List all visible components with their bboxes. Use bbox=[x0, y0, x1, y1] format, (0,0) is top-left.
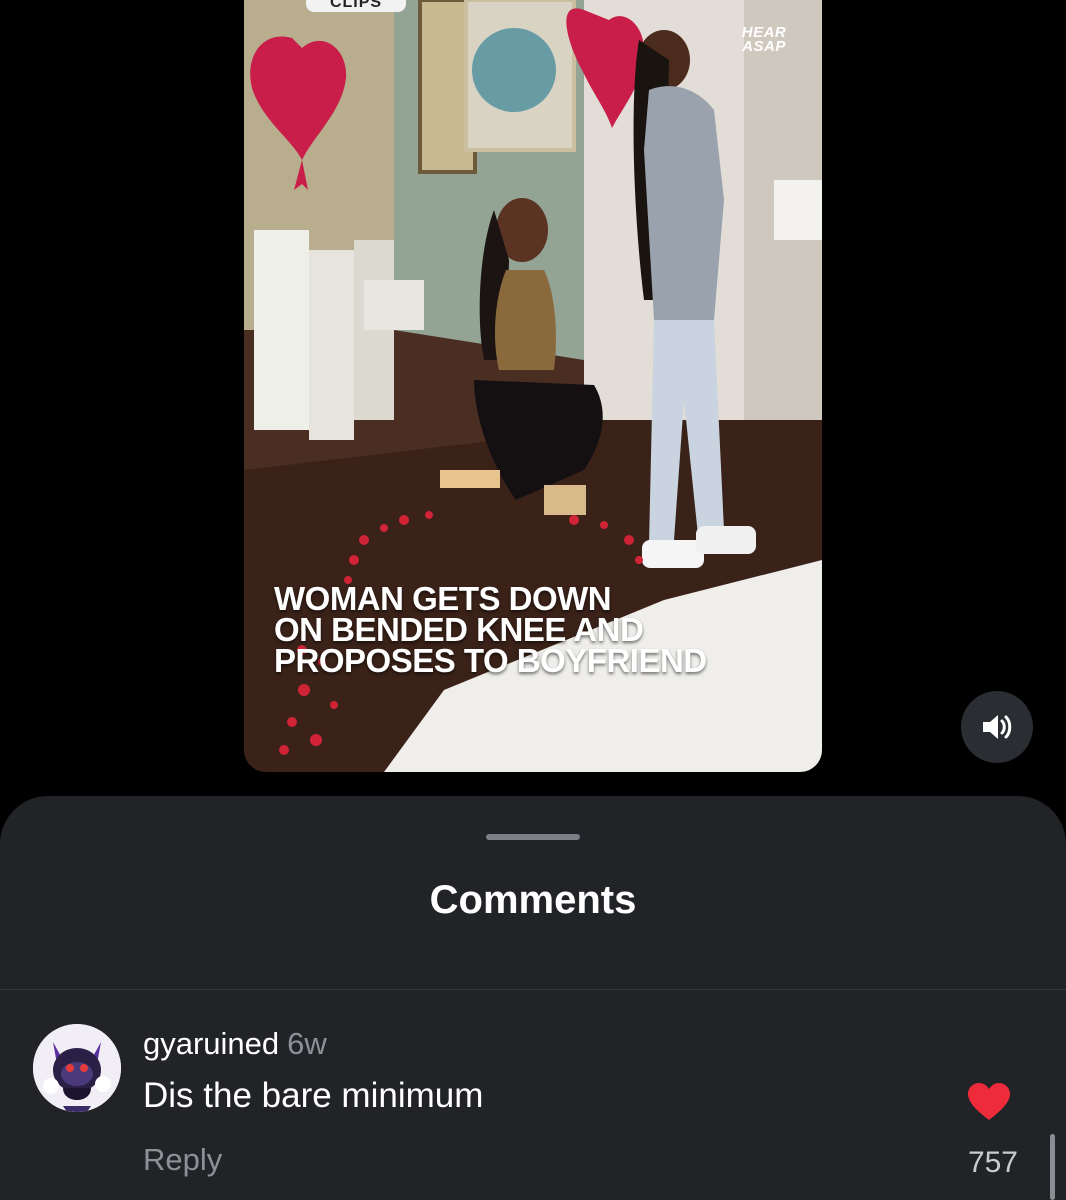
speaker-volume-icon bbox=[983, 715, 1012, 739]
caption-line-1: WOMAN GETS DOWN bbox=[274, 580, 612, 617]
like-count: 757 bbox=[967, 1146, 1018, 1179]
avatar[interactable] bbox=[33, 1024, 121, 1112]
reply-button[interactable]: Reply bbox=[143, 1142, 222, 1178]
like-button[interactable] bbox=[966, 1082, 1012, 1122]
scrollbar[interactable] bbox=[1050, 1134, 1055, 1200]
video-player[interactable]: CLIPS HEAR ASAP WOMAN GETS DOWN ON BENDE… bbox=[244, 0, 822, 772]
heart-icon bbox=[968, 1083, 1010, 1120]
caption-line-2: ON BENDED KNEE AND bbox=[274, 611, 644, 648]
caption-line-3: PROPOSES TO BOYFRIEND bbox=[274, 642, 707, 679]
comments-sheet: Comments gyaruined 6w Dis the bare minimu… bbox=[0, 796, 1066, 1200]
comment-header: gyaruined 6w bbox=[143, 1026, 327, 1062]
brand-line-2: ASAP bbox=[742, 38, 786, 55]
avatar-character-icon bbox=[33, 1024, 121, 1112]
divider bbox=[0, 989, 1066, 990]
sheet-drag-handle[interactable] bbox=[486, 834, 580, 840]
comments-title: Comments bbox=[429, 878, 637, 922]
clips-tab: CLIPS bbox=[306, 0, 406, 12]
brand-logo: HEAR ASAP bbox=[734, 25, 794, 55]
comment-username[interactable]: gyaruined bbox=[143, 1026, 279, 1061]
volume-button[interactable] bbox=[961, 691, 1033, 763]
video-caption: WOMAN GETS DOWN ON BENDED KNEE AND PROPO… bbox=[274, 580, 814, 679]
comment-text: Dis the bare minimum bbox=[143, 1076, 484, 1115]
comment-timestamp: 6w bbox=[287, 1026, 327, 1061]
comment-item: gyaruined 6w Dis the bare minimum Reply 7… bbox=[0, 1016, 1066, 1200]
